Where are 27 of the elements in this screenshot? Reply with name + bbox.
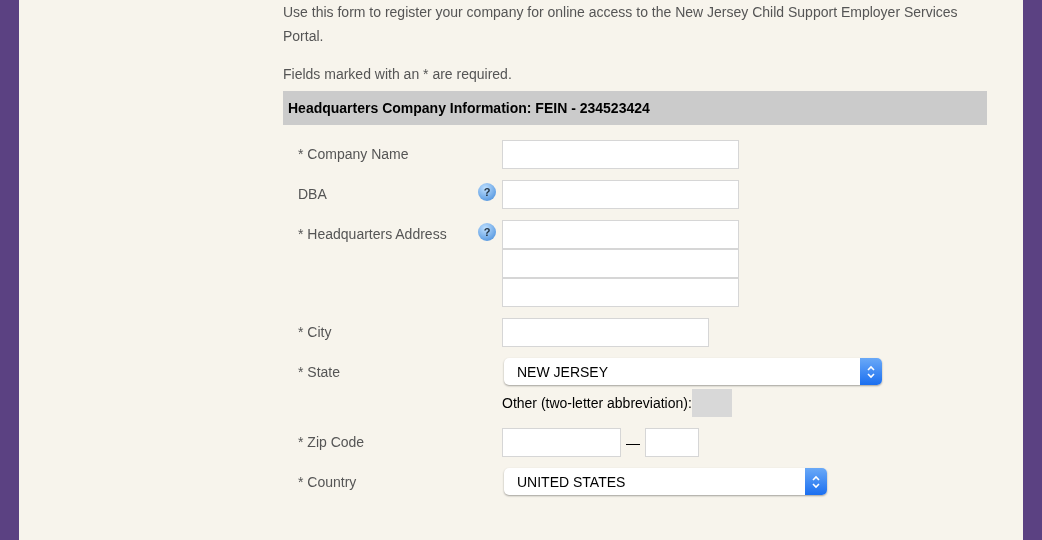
chevron-icon (866, 364, 876, 379)
input-field[interactable] (502, 318, 709, 347)
section-header: Headquarters Company Information: FEIN - 234523424 (283, 91, 987, 125)
field-label: DBA (298, 185, 328, 204)
field-label: * City (298, 323, 333, 342)
input-field[interactable] (502, 249, 739, 278)
field-label: * Country (298, 473, 358, 492)
dropdown[interactable]: UNITED STATES (504, 468, 827, 495)
help-icon[interactable]: ? (478, 223, 496, 241)
chevron-icon (811, 474, 821, 489)
field-label: * Company Name (298, 145, 410, 164)
intro-text: Use this form to register your company for online access to the New Jersey Child Support Employer Services Portal. (283, 3, 959, 46)
input-field[interactable] (502, 278, 739, 307)
dropdown[interactable]: NEW JERSEY (504, 358, 882, 385)
input-field[interactable] (691, 389, 732, 417)
input-field[interactable] (502, 220, 739, 249)
input-field[interactable] (645, 428, 699, 457)
field-label: * Headquarters Address (298, 225, 448, 244)
help-icon[interactable]: ? (478, 183, 496, 201)
input-field[interactable] (502, 140, 739, 169)
field-label: * State (298, 363, 342, 382)
dash: — (626, 434, 640, 451)
other-label: Other (two-letter abbreviation): (502, 395, 692, 411)
input-field[interactable] (502, 180, 739, 209)
field-label: * Zip Code (298, 433, 366, 452)
required-note: Fields marked with an * are required. (283, 65, 513, 84)
input-field[interactable] (502, 428, 621, 457)
